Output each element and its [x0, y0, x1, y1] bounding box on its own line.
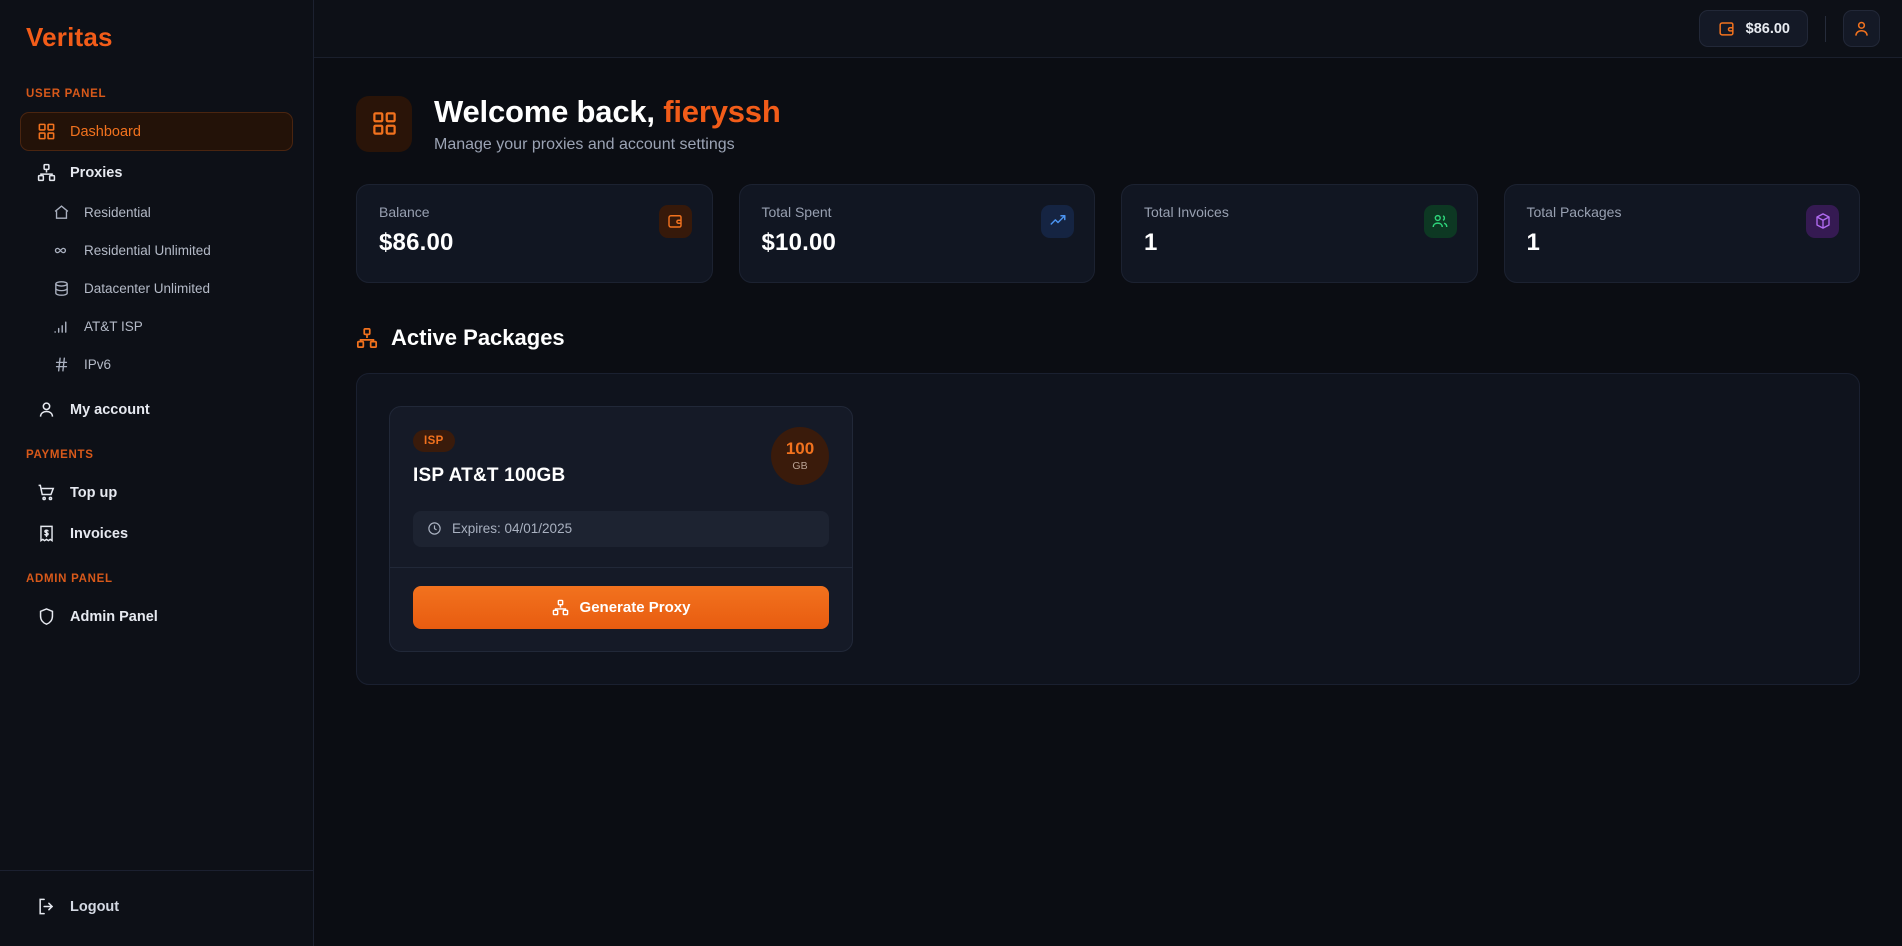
wallet-icon [1717, 19, 1736, 38]
receipt-dollar-icon [37, 524, 56, 543]
stat-card-total-invoices: Total Invoices 1 [1121, 183, 1478, 283]
page-content: Welcome back, fieryssh Manage your proxi… [314, 58, 1902, 946]
infinity-icon [53, 242, 70, 259]
network-icon [37, 163, 56, 182]
stat-icon-badge [1423, 204, 1457, 238]
sidebar-item-invoices[interactable]: Invoices [20, 514, 293, 553]
wallet-icon [666, 212, 684, 230]
quota-unit: GB [792, 459, 808, 472]
grid-icon [37, 122, 56, 141]
sidebar-item-top-up[interactable]: Top up [20, 473, 293, 512]
users-icon [1431, 212, 1449, 230]
package-icon [1814, 212, 1832, 230]
signal-bars-icon [53, 318, 70, 335]
sidebar: Veritas USER PANEL Dashboard Proxies Res… [0, 0, 314, 946]
sidebar-item-label: IPv6 [84, 356, 112, 372]
package-name: ISP AT&T 100GB [413, 464, 566, 486]
active-packages-header: Active Packages [356, 325, 1860, 351]
database-icon [53, 280, 70, 297]
stat-label: Balance [379, 203, 430, 220]
welcome-banner: Welcome back, fieryssh Manage your proxi… [356, 94, 1860, 154]
stat-value: $86.00 [379, 228, 454, 256]
hash-icon [53, 356, 70, 373]
shield-icon [37, 607, 56, 626]
stat-label: Total Spent [761, 203, 832, 220]
sidebar-item-label: Residential Unlimited [84, 242, 211, 258]
welcome-username: fieryssh [663, 94, 781, 129]
app-root: Veritas USER PANEL Dashboard Proxies Res… [0, 0, 1902, 946]
welcome-greeting: Welcome back, [434, 94, 655, 129]
sidebar-item-label: Top up [70, 484, 118, 501]
network-icon [356, 327, 378, 349]
clock-icon [427, 521, 442, 536]
sidebar-item-label: Invoices [70, 525, 129, 542]
sidebar-section-admin-panel: ADMIN PANEL [26, 573, 113, 585]
sidebar-item-att-isp[interactable]: AT&T ISP [44, 308, 293, 344]
sidebar-item-proxies[interactable]: Proxies [20, 153, 293, 192]
sidebar-nav: USER PANEL Dashboard Proxies Residential [0, 62, 313, 870]
stat-icon-badge [1806, 204, 1839, 238]
sidebar-item-residential[interactable]: Residential [44, 194, 293, 230]
stat-label: Total Packages [1526, 203, 1622, 220]
stat-card-balance: Balance $86.00 [356, 183, 713, 283]
stat-value: 1 [1144, 228, 1158, 256]
grid-icon [356, 95, 412, 152]
sidebar-section-user-panel: USER PANEL [26, 88, 107, 100]
package-type-badge: ISP [413, 429, 455, 452]
brand-logo[interactable]: Veritas [0, 0, 313, 62]
stats-row: Balance $86.00 Total Spent $10.00 Total … [356, 183, 1860, 283]
cart-icon [37, 483, 56, 502]
generate-proxy-label: Generate Proxy [579, 598, 691, 616]
network-icon [552, 599, 569, 616]
sidebar-item-my-account[interactable]: My account [20, 390, 293, 429]
sidebar-item-label: Residential [84, 204, 151, 220]
home-icon [53, 204, 70, 221]
user-icon [1852, 19, 1871, 38]
expiry-text: Expires: 04/01/2025 [452, 521, 573, 537]
sidebar-item-label: Dashboard [70, 123, 141, 140]
stat-card-total-packages: Total Packages 1 [1503, 183, 1860, 283]
sidebar-item-label: Admin Panel [70, 608, 158, 625]
main-area: $86.00 Welcome back, fieryssh Manage you… [314, 0, 1902, 946]
sidebar-item-label: AT&T ISP [84, 318, 143, 334]
package-expiry: Expires: 04/01/2025 [413, 510, 829, 547]
package-card-footer: Generate Proxy [390, 566, 852, 651]
sidebar-item-datacenter-unlimited[interactable]: Datacenter Unlimited [44, 270, 293, 306]
stat-icon-badge [658, 204, 692, 238]
stat-card-total-spent: Total Spent $10.00 [738, 183, 1095, 283]
quota-amount: 100 [785, 438, 815, 458]
topbar-divider [1825, 15, 1826, 42]
package-quota: 100 GB [771, 426, 829, 485]
sidebar-section-payments: PAYMENTS [26, 449, 94, 461]
active-packages-panel: ISP ISP AT&T 100GB 100 GB Expires: 04/01… [356, 372, 1860, 685]
sidebar-item-residential-unlimited[interactable]: Residential Unlimited [44, 232, 293, 268]
sidebar-item-admin-panel[interactable]: Admin Panel [20, 597, 293, 636]
sidebar-item-ipv6[interactable]: IPv6 [44, 346, 293, 382]
welcome-text: Welcome back, fieryssh Manage your proxi… [434, 94, 781, 154]
stat-value: 1 [1526, 228, 1541, 256]
logout-icon [37, 897, 56, 916]
package-card: ISP ISP AT&T 100GB 100 GB Expires: 04/01… [389, 405, 853, 652]
trending-up-icon [1049, 212, 1067, 230]
sidebar-item-label: Datacenter Unlimited [84, 280, 211, 296]
section-title: Active Packages [391, 324, 565, 350]
package-card-body: ISP ISP AT&T 100GB 100 GB Expires: 04/01… [390, 407, 852, 567]
topbar: $86.00 [314, 0, 1902, 58]
stat-icon-badge [1041, 204, 1074, 238]
user-icon [37, 400, 56, 419]
stat-value: $10.00 [761, 228, 837, 256]
sidebar-item-label: Logout [70, 898, 120, 915]
profile-button[interactable] [1843, 10, 1880, 47]
stat-label: Total Invoices [1144, 203, 1229, 220]
sidebar-footer: Logout [0, 870, 313, 946]
balance-button[interactable]: $86.00 [1698, 10, 1808, 47]
welcome-subtitle: Manage your proxies and account settings [434, 135, 735, 153]
balance-amount: $86.00 [1745, 20, 1790, 37]
page-title: Welcome back, fieryssh [434, 94, 781, 130]
sidebar-item-label: Proxies [70, 164, 123, 181]
sidebar-item-dashboard[interactable]: Dashboard [20, 112, 293, 151]
generate-proxy-button[interactable]: Generate Proxy [413, 585, 829, 629]
sidebar-item-label: My account [70, 401, 150, 418]
sidebar-item-logout[interactable]: Logout [20, 887, 293, 926]
